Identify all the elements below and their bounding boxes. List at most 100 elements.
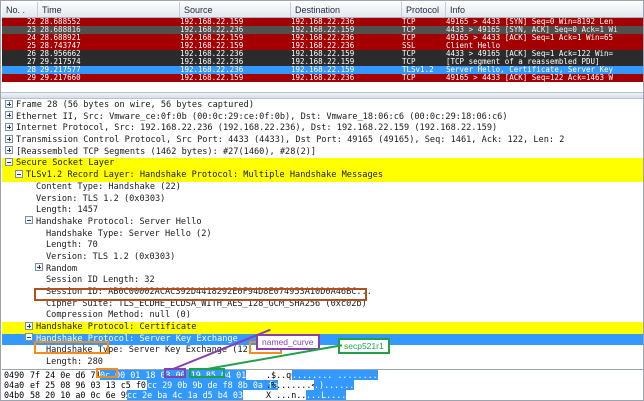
packet-cell-time: 28.956662 bbox=[40, 50, 81, 58]
hex-selected-bytes[interactable]: 0c 00 01 18 03 00 19 85 04 01 bbox=[100, 370, 247, 380]
packet-row[interactable]: 22 28.688552 192.168.22.159 192.168.22.236 T… bbox=[2, 18, 643, 26]
packet-cell-dst: 192.168.22.236 bbox=[291, 74, 355, 82]
expand-icon[interactable] bbox=[5, 146, 13, 155]
leaf-spacer bbox=[25, 181, 33, 189]
leaf-spacer bbox=[35, 287, 43, 295]
packet-cell-time: 29.217577 bbox=[40, 66, 81, 74]
hex-ascii[interactable]: .%.......< bbox=[266, 380, 316, 390]
collapse-icon[interactable] bbox=[25, 333, 33, 342]
expand-icon[interactable] bbox=[5, 122, 13, 131]
packet-row[interactable]: 29 29.217660 192.168.22.159 192.168.22.236 T… bbox=[2, 74, 643, 82]
tree-node[interactable]: Version: TLS 1.2 (0x0303) bbox=[2, 193, 643, 206]
tree-node-label: Version: TLS 1.2 (0x0303) bbox=[46, 251, 176, 262]
packet-row[interactable]: 25 28.743747 192.168.22.159 192.168.22.236 S… bbox=[2, 42, 643, 50]
tree-node-label: Handshake Type: Server Hello (2) bbox=[46, 228, 212, 239]
expand-icon[interactable] bbox=[5, 134, 13, 143]
packet-cell-proto: TCP bbox=[402, 18, 416, 26]
tree-node[interactable]: Session ID Length: 32 bbox=[2, 275, 643, 287]
tree-node[interactable]: Internet Protocol, Src: 192.168.22.236 (… bbox=[2, 122, 643, 135]
tree-node-label: Length: 1457 bbox=[36, 205, 99, 216]
packet-rows: 22 28.688552 192.168.22.159 192.168.22.236 T… bbox=[2, 18, 643, 82]
tree-node-label: Cipher Suite: TLS_ECDHE_ECDSA_WITH_AES_1… bbox=[46, 298, 367, 309]
tree-node-label: Transmission Control Protocol, Src Port:… bbox=[16, 135, 565, 146]
hex-selected-ascii[interactable]: .)...... bbox=[314, 380, 355, 390]
tree-node[interactable]: Handshake Protocol: Server Key Exchange bbox=[2, 333, 643, 346]
hex-offset[interactable]: 04b0 bbox=[4, 390, 24, 400]
expand-icon[interactable] bbox=[25, 321, 33, 330]
hex-selected-bytes[interactable]: cc 2e ba 4c 1a d5 b4 03 bbox=[127, 390, 243, 400]
collapse-icon[interactable] bbox=[15, 169, 23, 178]
column-header-time[interactable]: Time bbox=[38, 2, 180, 17]
packet-cell-dst: 192.168.22.236 bbox=[291, 18, 355, 26]
packet-cell-src: 192.168.22.236 bbox=[180, 50, 244, 58]
packet-row[interactable]: 24 28.688921 192.168.22.159 192.168.22.236 T… bbox=[2, 34, 643, 42]
tree-node[interactable]: Secure Socket Layer bbox=[2, 157, 643, 171]
hex-ascii[interactable]: X ...n.. bbox=[266, 390, 306, 400]
tree-node-label: TLSv1.2 Record Layer: Handshake Protocol… bbox=[26, 170, 383, 181]
leaf-spacer bbox=[35, 298, 43, 306]
packet-cell-no: 24 bbox=[26, 34, 36, 42]
tree-node-label: Handshake Protocol: Certificate bbox=[36, 322, 197, 333]
hex-selected-ascii[interactable]: ........ ........ bbox=[292, 370, 378, 380]
leaf-spacer bbox=[35, 240, 43, 248]
tree-node-label: Version: TLS 1.2 (0x0303) bbox=[36, 193, 166, 204]
leaf-spacer bbox=[35, 357, 43, 365]
packet-cell-proto: TCP bbox=[402, 26, 416, 34]
tree-node[interactable]: Transmission Control Protocol, Src Port:… bbox=[2, 134, 643, 147]
tree-node[interactable]: Cipher Suite: TLS_ECDHE_ECDSA_WITH_AES_1… bbox=[2, 298, 643, 311]
packet-cell-info: 49165 > 4433 [ACK] Seq=122 Ack=1463 W bbox=[446, 74, 614, 82]
column-header-destination[interactable]: Destination bbox=[291, 2, 402, 17]
packet-cell-no: 23 bbox=[26, 26, 36, 34]
tree-node[interactable]: Frame 28 (56 bytes on wire, 56 bytes cap… bbox=[2, 100, 643, 112]
collapse-icon[interactable] bbox=[5, 157, 13, 166]
column-header-protocol[interactable]: Protocol bbox=[402, 2, 446, 17]
tree-node-label: Length: 280 bbox=[46, 357, 103, 368]
packet-cell-time: 28.688552 bbox=[40, 18, 81, 26]
tree-node[interactable]: Handshake Type: Server Hello (2) bbox=[2, 228, 643, 241]
column-header-source[interactable]: Source bbox=[180, 2, 291, 17]
tree-node-label: Ethernet II, Src: Vmware_ce:0f:0b (00:0c… bbox=[16, 111, 508, 122]
hex-offset[interactable]: 04a0 bbox=[4, 380, 24, 390]
packet-cell-dst: 192.168.22.159 bbox=[291, 26, 355, 34]
expand-icon[interactable] bbox=[35, 263, 43, 272]
packet-cell-proto: SSL bbox=[402, 42, 416, 50]
tree-node-label: Handshake Protocol: Server Hello bbox=[36, 216, 202, 227]
tree-node-label: Session ID: AB0C00002ACAC392D4418292E0F9… bbox=[46, 287, 372, 297]
packet-cell-time: 28.688816 bbox=[40, 26, 81, 34]
column-header-no[interactable]: No. . bbox=[2, 2, 38, 17]
packet-cell-proto: TCP bbox=[402, 74, 416, 82]
column-header-info[interactable]: Info bbox=[446, 2, 643, 17]
tree-node[interactable]: Version: TLS 1.2 (0x0303) bbox=[2, 251, 643, 264]
tree-node[interactable]: Length: 280 bbox=[2, 357, 643, 368]
packet-cell-no: 22 bbox=[26, 18, 36, 26]
tree-node[interactable]: Handshake Protocol: Certificate bbox=[2, 321, 643, 334]
hex-selected-ascii[interactable]: ...L.... bbox=[306, 390, 347, 400]
packet-cell-no: 25 bbox=[26, 42, 36, 50]
tree-node[interactable]: TLSv1.2 Record Layer: Handshake Protocol… bbox=[2, 169, 643, 182]
pane-splitter[interactable] bbox=[1, 92, 643, 99]
packet-cell-proto: TCP bbox=[402, 58, 416, 66]
expand-icon[interactable] bbox=[5, 100, 13, 108]
hex-offset[interactable]: 0490 bbox=[4, 370, 24, 380]
wireshark-window: No. . Time Source Destination Protocol I… bbox=[0, 0, 644, 401]
tree-node[interactable]: Ethernet II, Src: Vmware_ce:0f:0b (00:0c… bbox=[2, 111, 643, 124]
tree-node[interactable]: Length: 1457 bbox=[2, 205, 643, 217]
hex-selected-bytes[interactable]: cc 29 0b 9b de f8 8b 0a fe bbox=[147, 380, 279, 390]
tree-node[interactable]: Length: 70 bbox=[2, 240, 643, 252]
packet-cell-no: 28 bbox=[26, 66, 36, 74]
tree-node[interactable]: Compression Method: null (0) bbox=[2, 310, 643, 322]
packet-row[interactable]: 26 28.956662 192.168.22.236 192.168.22.159 T… bbox=[2, 50, 643, 58]
tree-node[interactable]: Session ID: AB0C00002ACAC392D4418292E0F9… bbox=[2, 287, 643, 299]
leaf-spacer bbox=[35, 345, 43, 353]
tree-node[interactable]: [Reassembled TCP Segments (1462 bytes): … bbox=[2, 146, 643, 159]
tree-node[interactable]: Random bbox=[2, 263, 643, 276]
packet-row[interactable]: 28 29.217577 192.168.22.236 192.168.22.159 T… bbox=[2, 66, 643, 74]
packet-cell-no: 26 bbox=[26, 50, 36, 58]
packet-row[interactable]: 23 28.688816 192.168.22.236 192.168.22.159 T… bbox=[2, 26, 643, 34]
tree-node[interactable]: Handshake Protocol: Server Hello bbox=[2, 216, 643, 229]
collapse-icon[interactable] bbox=[25, 216, 33, 225]
tree-node[interactable]: Content Type: Handshake (22) bbox=[2, 181, 643, 194]
expand-icon[interactable] bbox=[5, 111, 13, 120]
packet-cell-time: 29.217660 bbox=[40, 74, 81, 82]
packet-row[interactable]: 27 29.217574 192.168.22.236 192.168.22.159 T… bbox=[2, 58, 643, 66]
